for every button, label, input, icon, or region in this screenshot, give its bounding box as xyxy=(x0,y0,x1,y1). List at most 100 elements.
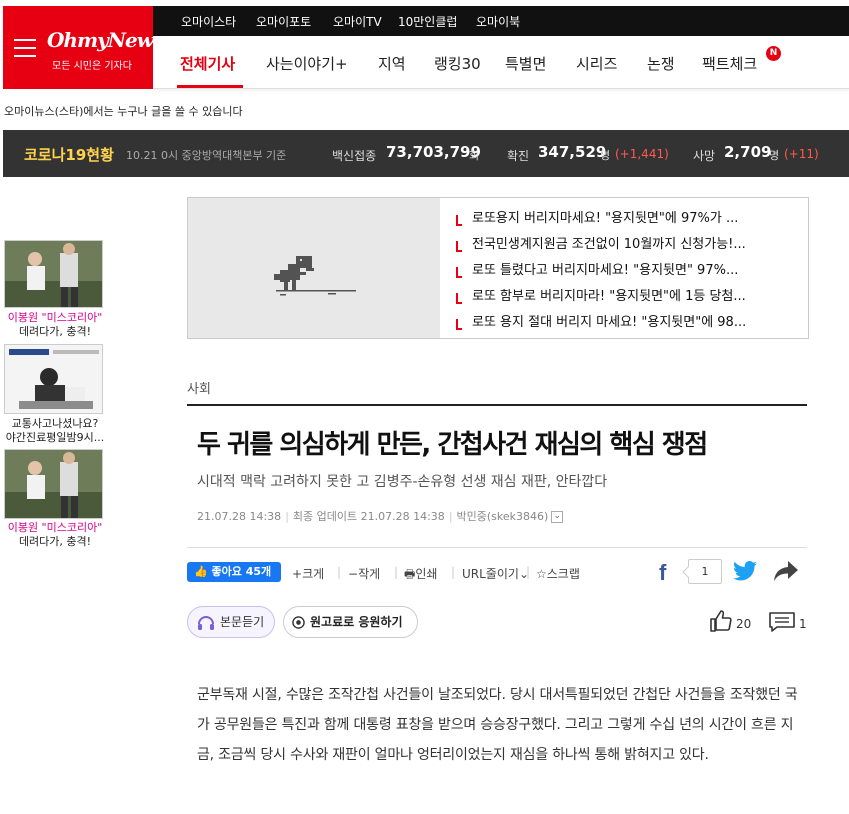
nav-item-ranking[interactable]: 랭킹30 xyxy=(434,53,481,74)
related-item-1[interactable]: 로또용지 버리지마세요! "용지뒷면"에 97%가 ... xyxy=(456,206,801,232)
cases-unit: 명 xyxy=(600,149,611,162)
nav-active-underline xyxy=(177,85,243,88)
like-thumb-icon[interactable] xyxy=(709,609,733,633)
article-subhead: 시대적 맥락 고려하지 못한 고 김병주-손유형 선생 재심 재판, 안타깝다 xyxy=(197,474,608,490)
related-articles-box: 로또용지 버리지마세요! "용지뒷면"에 97%가 ... 전국민생계지원금 조… xyxy=(187,197,809,339)
nav-item-all-articles[interactable]: 전체기사 xyxy=(180,53,235,74)
print-button[interactable]: 🖶인쇄 xyxy=(404,565,437,586)
covid-status-bar[interactable]: 코로나19현황 10.21 0시 중앙방역대책본부 기준 백신접종 73,703… xyxy=(3,130,849,177)
topbar-link-book[interactable]: 오마이북 xyxy=(476,13,520,30)
related-item-2[interactable]: 전국민생계지원금 조건없이 10월까지 신청가능!... xyxy=(456,232,801,258)
like-label: 좋아요 45개 xyxy=(211,565,272,578)
separator: | xyxy=(451,565,456,579)
published-time: 21.07.28 14:38 xyxy=(197,510,282,523)
nav-item-life[interactable]: 사는이야기+ xyxy=(266,53,348,74)
support-label: 원고료로 응원하기 xyxy=(310,615,403,629)
logo-slogan: 모든 시민은 기자다 xyxy=(52,61,132,72)
star-icon: ☆ xyxy=(536,567,547,581)
menu-icon[interactable] xyxy=(14,39,36,57)
font-bigger-button[interactable]: +크게 xyxy=(292,565,324,582)
font-bigger-label: 크게 xyxy=(302,567,325,581)
article-headline: 두 귀를 의심하게 만든, 간첩사건 재심의 핵심 쟁점 xyxy=(197,430,708,460)
nav-item-series[interactable]: 시리즈 xyxy=(576,53,617,74)
cases-delta: (+1,441) xyxy=(615,147,669,161)
url-shorten-label: URL줄이기 xyxy=(462,567,519,581)
side-ad-photo xyxy=(5,241,102,307)
article-meta: 21.07.28 14:38 | 최종 업데이트 21.07.28 14:38 | 박민… xyxy=(197,508,564,524)
side-ad-photo xyxy=(5,345,102,413)
print-label: 인쇄 xyxy=(415,567,438,581)
printer-icon: 🖶 xyxy=(404,567,416,581)
minus-icon: − xyxy=(348,567,359,581)
side-ad-caption-2[interactable]: 교통사고나셨나요? 야간진료평일밤9시... xyxy=(0,417,110,445)
like-count: 20 xyxy=(736,617,752,631)
side-ad-2-line-b: 야간진료평일밤9시... xyxy=(5,431,105,444)
related-item-4[interactable]: 로또 함부로 버리지마라! "용지뒷면"에 1등 당첨... xyxy=(456,284,801,310)
plus-icon: + xyxy=(292,567,303,581)
twitter-icon[interactable] xyxy=(733,560,757,582)
top-service-bar: 오마이스타 오마이포토 오마이TV 10만인클럽 오마이북 xyxy=(153,6,849,36)
side-ad-3-line-a: 이봉원 "미스코리아" xyxy=(7,521,103,534)
side-ad-image-2[interactable] xyxy=(4,344,103,414)
topbar-link-club[interactable]: 10만인클럽 xyxy=(398,13,457,30)
share-count-bubble: 1 xyxy=(688,559,722,584)
font-smaller-button[interactable]: −작게 xyxy=(348,565,380,582)
deaths-delta: (+11) xyxy=(784,147,819,161)
vaccine-unit: 회 xyxy=(469,149,480,162)
author-name[interactable]: 박민중(skek3846) xyxy=(457,510,549,523)
cases-label: 확진 xyxy=(507,149,530,163)
thumbs-up-icon: 👍 xyxy=(194,565,208,578)
cases-count: 347,529 xyxy=(538,143,607,161)
article-section[interactable]: 사회 xyxy=(187,378,211,397)
coin-icon xyxy=(292,616,305,629)
related-list: 로또용지 버리지마세요! "용지뒷면"에 97%가 ... 전국민생계지원금 조… xyxy=(456,206,801,336)
topbar-link-star[interactable]: 오마이스타 xyxy=(181,13,236,30)
headphone-icon xyxy=(198,616,214,630)
side-ad-image-1[interactable] xyxy=(4,240,103,308)
nav-item-special[interactable]: 특별면 xyxy=(505,53,546,74)
section-divider xyxy=(187,404,807,406)
side-ad-image-3[interactable] xyxy=(4,449,103,519)
topbar-link-photo[interactable]: 오마이포토 xyxy=(256,13,311,30)
separator: | xyxy=(394,565,399,579)
vaccine-label: 백신접종 xyxy=(332,149,377,163)
related-item-3[interactable]: 로또 틀렸다고 버리지마세요! "용지뒷면" 97%... xyxy=(456,258,801,284)
side-ad-caption-3[interactable]: 이봉원 "미스코리아" 데려다가, 충격! xyxy=(0,521,110,549)
main-nav: 전체기사 사는이야기+ 지역 랭킹30 특별면 시리즈 논쟁 팩트체크 N xyxy=(153,36,849,89)
nav-item-debate[interactable]: 논쟁 xyxy=(647,53,675,74)
side-ad-caption-1[interactable]: 이봉원 "미스코리아" 데려다가, 충격! xyxy=(0,311,110,339)
covid-title: 코로나19현황 xyxy=(24,146,114,164)
side-ad-photo xyxy=(5,450,102,518)
separator: | xyxy=(337,565,342,579)
nav-item-region[interactable]: 지역 xyxy=(378,53,406,74)
related-item-5[interactable]: 로또 용지 절대 버리지 마세요! "용지뒷면"에 98... xyxy=(456,310,801,336)
side-ad-3-line-b: 데려다가, 충격! xyxy=(18,535,92,548)
font-smaller-label: 작게 xyxy=(358,567,381,581)
side-ad-1-line-b: 데려다가, 충격! xyxy=(18,325,92,338)
deaths-label: 사망 xyxy=(693,149,716,163)
support-writer-button[interactable]: 원고료로 응원하기 xyxy=(283,606,418,638)
related-image-placeholder[interactable] xyxy=(188,198,440,338)
covid-date: 10.21 0시 중앙방역대책본부 기준 xyxy=(126,149,287,162)
deaths-unit: 명 xyxy=(769,149,780,162)
url-shorten-button[interactable]: URL줄이기⌄ xyxy=(462,565,529,582)
ohmynews-logo[interactable]: OhmyNews 모든 시민은 기자다 xyxy=(3,6,164,89)
scrap-button[interactable]: ☆스크랩 xyxy=(536,565,580,582)
chevron-down-icon[interactable]: ⌄ xyxy=(551,511,564,523)
scrap-label: 스크랩 xyxy=(546,567,580,581)
notice-text: 오마이뉴스(스타)에서는 누구나 글을 쓸 수 있습니다 xyxy=(4,105,243,118)
facebook-icon[interactable]: f xyxy=(659,560,666,586)
vaccine-count: 73,703,799 xyxy=(386,143,481,161)
facebook-like-button[interactable]: 👍 좋아요 45개 xyxy=(187,562,281,582)
logo-name: OhmyNews xyxy=(47,28,164,52)
new-badge: N xyxy=(766,46,781,61)
listen-label: 본문듣기 xyxy=(220,615,265,629)
listen-button[interactable]: 본문듣기 xyxy=(187,606,275,638)
share-arrow-icon[interactable] xyxy=(774,561,798,581)
comment-count: 1 xyxy=(799,617,807,631)
comment-icon[interactable] xyxy=(769,612,795,632)
meta-divider xyxy=(187,547,807,548)
nav-item-factcheck[interactable]: 팩트체크 xyxy=(702,53,757,74)
topbar-link-tv[interactable]: 오마이TV xyxy=(333,13,382,30)
side-ad-2-line-a: 교통사고나셨나요? xyxy=(11,417,99,430)
